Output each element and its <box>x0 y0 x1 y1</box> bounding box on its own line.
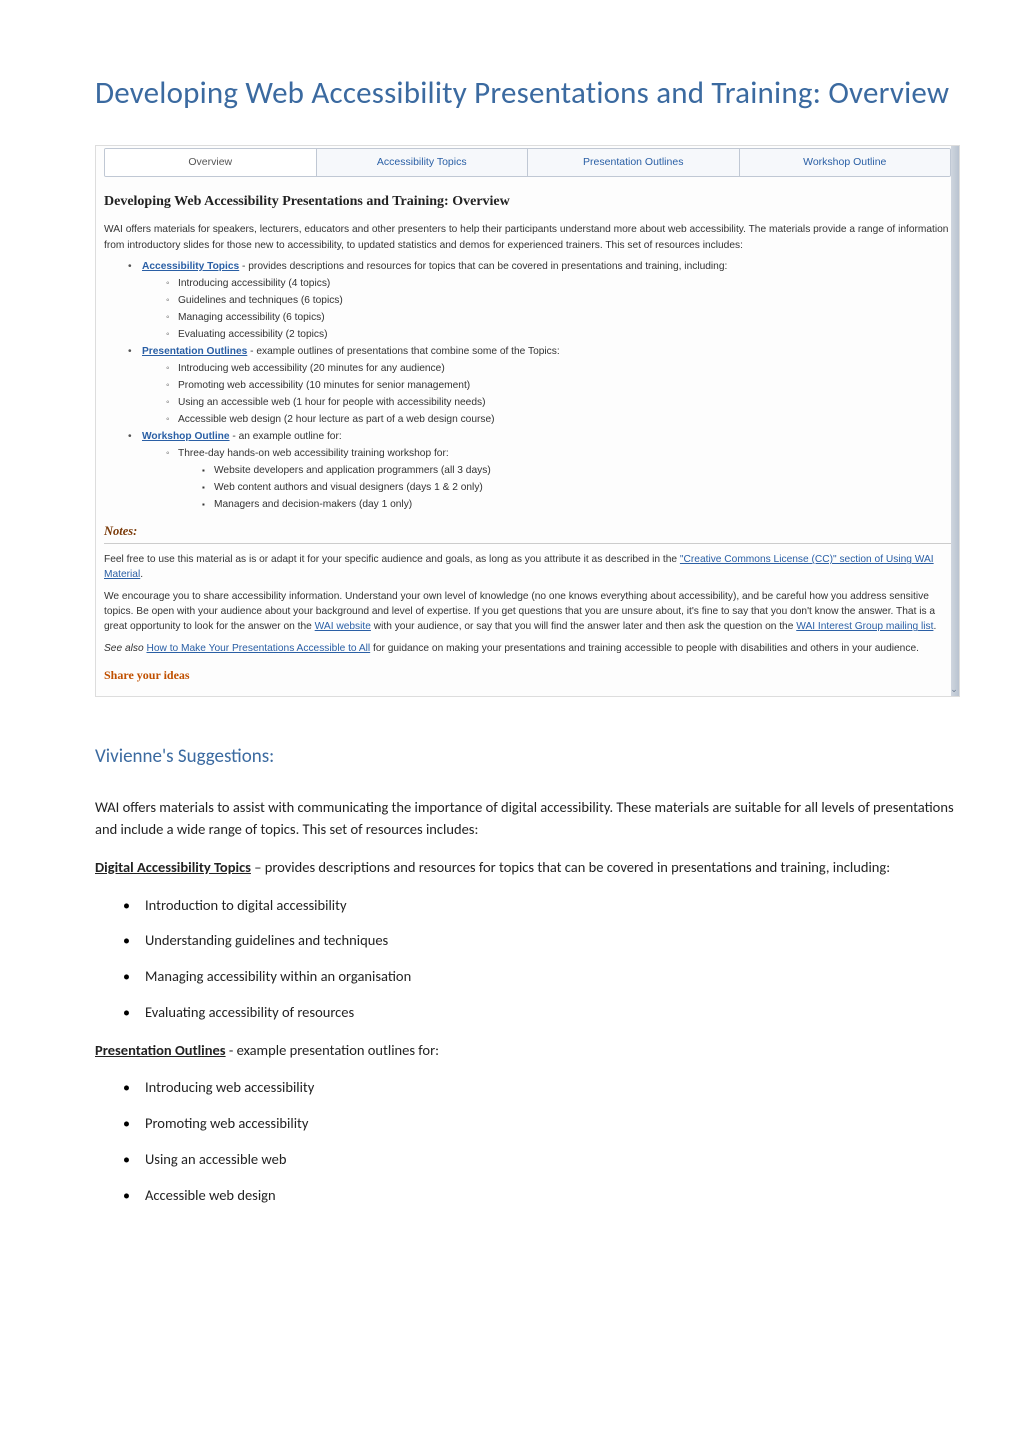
outlines-rest: - example presentation outlines for: <box>226 1041 439 1059</box>
suggestions-heading: Vivienne's Suggestions: <box>95 743 960 772</box>
sc-sec2-item: Using an accessible web (1 hour for peop… <box>168 395 951 410</box>
topics-lead: Digital Accessibility Topics – provides … <box>95 857 960 879</box>
notes-para-2: We encourage you to share accessibility … <box>104 589 951 635</box>
sc-sec2-item: Promoting web accessibility (10 minutes … <box>168 378 951 393</box>
list-item: Accessible web design <box>123 1185 960 1207</box>
sc-sec-accessibility-topics: Accessibility Topics - provides descript… <box>132 259 951 342</box>
outlines-list: Introducing web accessibility Promoting … <box>123 1077 960 1206</box>
outlines-label: Presentation Outlines <box>95 1041 226 1059</box>
topics-list: Introduction to digital accessibility Un… <box>123 895 960 1024</box>
embedded-screenshot: Overview Accessibility Topics Presentati… <box>95 145 960 697</box>
sc-sec3-lead: Three-day hands-on web accessibility tra… <box>168 446 951 512</box>
link-accessible-presentations[interactable]: How to Make Your Presentations Accessibl… <box>146 643 370 654</box>
sc-sec1-rest: - provides descriptions and resources fo… <box>239 261 727 272</box>
link-presentation-outlines[interactable]: Presentation Outlines <box>142 346 247 357</box>
list-item: Managing accessibility within an organis… <box>123 966 960 988</box>
sc-sec3-item: Web content authors and visual designers… <box>204 480 951 495</box>
sc-sec2-item: Introducing web accessibility (20 minute… <box>168 361 951 376</box>
suggestions-intro: WAI offers materials to assist with comm… <box>95 797 960 841</box>
topics-rest: – provides descriptions and resources fo… <box>251 858 890 876</box>
sc-sec2-item: Accessible web design (2 hour lecture as… <box>168 412 951 427</box>
sc-sec3-rest: - an example outline for: <box>230 431 342 442</box>
notes-heading: Notes: <box>104 522 951 544</box>
sc-sec3-item: Managers and decision-makers (day 1 only… <box>204 497 951 512</box>
topics-label: Digital Accessibility Topics <box>95 858 251 876</box>
notes-para-1: Feel free to use this material as is or … <box>104 552 951 583</box>
tab-accessibility-topics[interactable]: Accessibility Topics <box>317 149 529 177</box>
list-item: Understanding guidelines and techniques <box>123 930 960 952</box>
sc-sec1-item: Introducing accessibility (4 topics) <box>168 276 951 291</box>
list-item: Evaluating accessibility of resources <box>123 1002 960 1024</box>
share-your-ideas[interactable]: Share your ideas <box>104 666 951 684</box>
screenshot-intro: WAI offers materials for speakers, lectu… <box>104 222 951 253</box>
sc-sec3-item: Website developers and application progr… <box>204 463 951 478</box>
screenshot-heading: Developing Web Accessibility Presentatio… <box>104 191 951 212</box>
tab-workshop-outline[interactable]: Workshop Outline <box>740 149 951 177</box>
link-workshop-outline[interactable]: Workshop Outline <box>142 431 230 442</box>
list-item: Introduction to digital accessibility <box>123 895 960 917</box>
list-item: Introducing web accessibility <box>123 1077 960 1099</box>
sc-sec1-item: Evaluating accessibility (2 topics) <box>168 327 951 342</box>
tab-overview[interactable]: Overview <box>105 149 317 177</box>
link-wai-ig-list[interactable]: WAI Interest Group mailing list <box>796 621 933 632</box>
sc-sec1-item: Guidelines and techniques (6 topics) <box>168 293 951 308</box>
link-wai-website[interactable]: WAI website <box>315 621 371 632</box>
sc-sec-workshop-outline: Workshop Outline - an example outline fo… <box>132 429 951 512</box>
tab-presentation-outlines[interactable]: Presentation Outlines <box>528 149 740 177</box>
list-item: Using an accessible web <box>123 1149 960 1171</box>
scroll-down-icon[interactable]: ⌄ <box>950 682 958 696</box>
tab-bar: Overview Accessibility Topics Presentati… <box>104 148 951 178</box>
list-item: Promoting web accessibility <box>123 1113 960 1135</box>
sc-sec1-item: Managing accessibility (6 topics) <box>168 310 951 325</box>
page-title: Developing Web Accessibility Presentatio… <box>95 70 960 117</box>
notes-para-3: See also How to Make Your Presentations … <box>104 641 951 656</box>
sc-sec-presentation-outlines: Presentation Outlines - example outlines… <box>132 344 951 427</box>
sc-sec2-rest: - example outlines of presentations that… <box>247 346 559 357</box>
outlines-lead: Presentation Outlines - example presenta… <box>95 1040 960 1062</box>
link-accessibility-topics[interactable]: Accessibility Topics <box>142 261 239 272</box>
